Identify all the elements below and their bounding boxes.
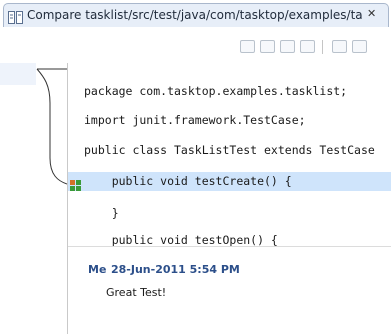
code-line: }: [84, 206, 119, 220]
comment-date: 28-Jun-2011 5:54 PM: [111, 263, 240, 276]
difference-ruler: [36, 63, 68, 334]
toolbar-separator: [322, 40, 323, 54]
close-icon[interactable]: ✕: [367, 7, 376, 20]
next-change-icon[interactable]: [332, 40, 347, 53]
next-difference-icon[interactable]: [280, 40, 295, 53]
code-line: public void testOpen() {: [84, 233, 278, 247]
copy-right-icon[interactable]: [260, 40, 275, 53]
comment-author: Me: [88, 263, 107, 276]
code-line: package com.tasktop.examples.tasklist;: [84, 84, 348, 98]
previous-change-icon[interactable]: [352, 40, 367, 53]
compare-editor-tab[interactable]: Compare tasklist/src/test/java/com/taskt…: [3, 3, 389, 27]
compare-icon: [8, 9, 23, 24]
code-line: public void testCreate() {: [84, 174, 292, 188]
left-pane-header: [0, 63, 36, 85]
tab-title: Compare tasklist/src/test/java/com/taskt…: [27, 8, 363, 22]
left-compare-pane[interactable]: [0, 63, 37, 334]
comment-body: Great Test!: [106, 286, 167, 299]
copy-left-icon[interactable]: [240, 40, 255, 53]
review-comment-icon[interactable]: [70, 176, 81, 191]
previous-difference-icon[interactable]: [300, 40, 315, 53]
editor-tab-bar: Compare tasklist/src/test/java/com/taskt…: [0, 0, 391, 27]
code-line: import junit.framework.TestCase;: [84, 113, 306, 127]
code-line: public class TaskListTest extends TestCa…: [84, 143, 375, 157]
